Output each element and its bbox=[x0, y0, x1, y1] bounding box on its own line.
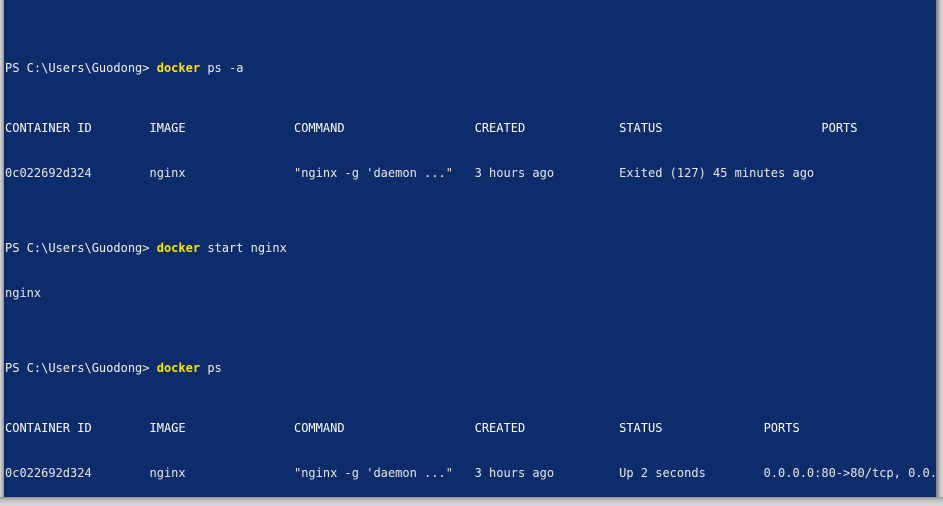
terminal-output: PS C:\Users\Guodong> docker ps -a CONTAI… bbox=[5, 1, 936, 497]
command-binary: docker bbox=[156, 361, 201, 375]
command-line-docker-ps: PS C:\Users\Guodong> docker ps bbox=[5, 361, 936, 376]
console-text-area[interactable]: PS C:\Users\Guodong> docker ps -a CONTAI… bbox=[4, 0, 936, 497]
command-args: ps bbox=[207, 361, 222, 375]
shell-prompt: PS C:\Users\Guodong> bbox=[5, 61, 150, 75]
window-bottom-border bbox=[0, 497, 943, 506]
command-args: ps -a bbox=[207, 61, 244, 75]
command-line-docker-ps-a: PS C:\Users\Guodong> docker ps -a bbox=[5, 61, 936, 76]
window-left-border bbox=[0, 0, 4, 506]
command-line-docker-start: PS C:\Users\Guodong> docker start nginx bbox=[5, 241, 936, 256]
ps-a-header-row: CONTAINER ID IMAGE COMMAND CREATED STATU… bbox=[5, 121, 936, 135]
command-binary: docker bbox=[156, 61, 201, 75]
shell-prompt: PS C:\Users\Guodong> bbox=[5, 241, 150, 255]
ps-container-row: 0c022692d324 nginx "nginx -g 'daemon ...… bbox=[5, 466, 936, 480]
ps-a-container-row: 0c022692d324 nginx "nginx -g 'daemon ...… bbox=[5, 166, 936, 180]
shell-prompt: PS C:\Users\Guodong> bbox=[5, 361, 150, 375]
command-args: start nginx bbox=[207, 241, 287, 255]
start-output: nginx bbox=[5, 286, 42, 300]
window-right-border bbox=[936, 0, 943, 506]
ps-header-row: CONTAINER ID IMAGE COMMAND CREATED STATU… bbox=[5, 421, 800, 435]
command-binary: docker bbox=[156, 241, 201, 255]
console-window[interactable]: PS C:\Users\Guodong> docker ps -a CONTAI… bbox=[0, 0, 943, 506]
